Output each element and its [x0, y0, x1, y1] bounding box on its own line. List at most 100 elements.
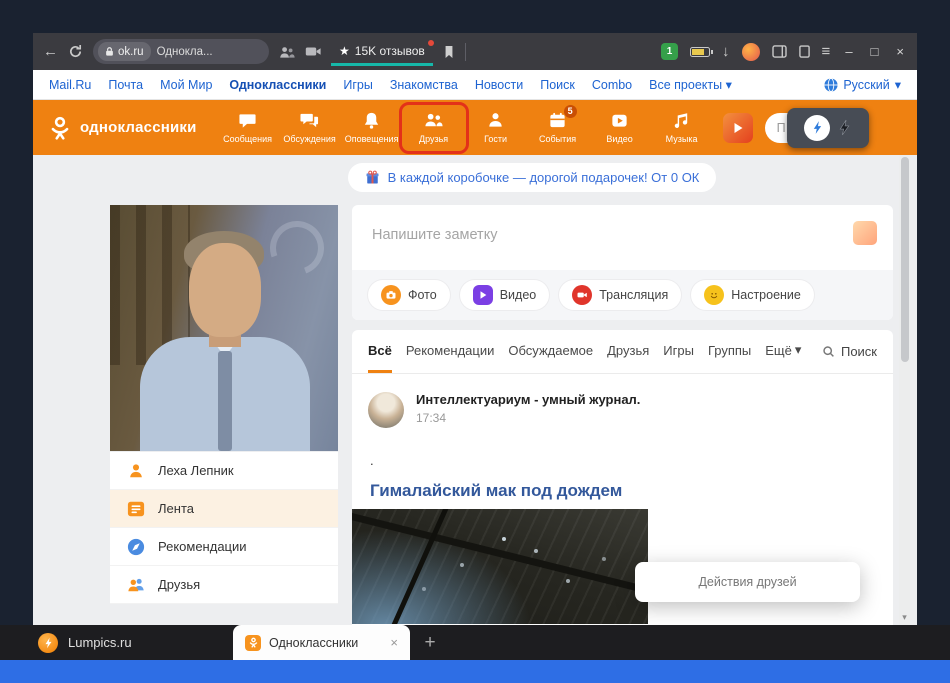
sidebar-item-feed[interactable]: Лента — [110, 490, 338, 528]
composer-action-video[interactable]: Видео — [460, 280, 550, 310]
compass-icon — [126, 538, 146, 556]
header-search-input[interactable]: П — [765, 113, 861, 143]
okmenu-item-discussions[interactable]: Обсуждения — [279, 104, 341, 152]
topnav-link-pochta[interactable]: Почта — [108, 78, 143, 92]
close-button[interactable]: × — [893, 44, 907, 59]
music-note-icon — [672, 111, 691, 130]
feed-tab-games[interactable]: Игры — [663, 330, 694, 373]
topnav-link-igry[interactable]: Игры — [343, 78, 372, 92]
sidebar-item-friends[interactable]: Друзья — [110, 566, 338, 604]
rating-badge[interactable]: ★ 15K отзывов — [331, 37, 433, 66]
browser-toolbar: ← ok.ru Однокла... ★ 15K отзывов — [33, 33, 917, 70]
sidebar-panel-icon[interactable] — [772, 45, 787, 58]
ok-logo-text: одноклассники — [80, 119, 197, 136]
toolbar-divider — [465, 43, 466, 61]
sidebar-item-recommendations[interactable]: Рекомендации — [110, 528, 338, 566]
extension-camera-icon[interactable] — [305, 45, 321, 58]
composer-action-mood[interactable]: Настроение — [691, 280, 814, 310]
ok-favicon — [245, 635, 261, 651]
tab-close-icon[interactable]: × — [390, 635, 398, 650]
feed-tab-discussed[interactable]: Обсуждаемое — [508, 330, 593, 373]
new-tab-button[interactable]: + — [410, 625, 450, 660]
note-style-icon[interactable] — [853, 221, 877, 245]
topnav-link-novosti[interactable]: Новости — [475, 78, 523, 92]
star-icon: ★ — [339, 44, 350, 58]
feed-tab-more[interactable]: Ещё ▾ — [765, 330, 801, 373]
ok-logo[interactable]: одноклассники — [47, 115, 197, 141]
minimize-button[interactable]: – — [842, 44, 855, 59]
profile-photo[interactable] — [110, 205, 338, 451]
post-title-link[interactable]: Гималайский мак под дождем — [370, 481, 875, 501]
portal-topnav: Mail.Ru Почта Мой Мир Одноклассники Игры… — [33, 70, 917, 100]
battery-icon[interactable] — [690, 47, 710, 57]
bell-icon — [362, 111, 381, 130]
extension-people-icon[interactable] — [279, 45, 295, 59]
page-content: В каждой коробочке — дорогой подарочек! … — [33, 155, 917, 625]
events-count-badge: 5 — [564, 105, 577, 118]
post-author-name[interactable]: Интеллектуариум - умный журнал. — [416, 392, 640, 407]
feed-tab-groups[interactable]: Группы — [708, 330, 751, 373]
gift-icon — [365, 170, 380, 185]
download-icon[interactable]: ↓ — [722, 44, 730, 59]
okmenu-item-video[interactable]: Видео — [589, 104, 651, 152]
language-selector[interactable]: Русский ▾ — [824, 77, 901, 92]
feed-tab-all[interactable]: Всё — [368, 330, 392, 373]
tab-lumpics[interactable]: Lumpics.ru — [0, 625, 233, 660]
video-play-tile[interactable] — [723, 113, 753, 143]
composer-action-photo[interactable]: Фото — [368, 280, 450, 310]
feed-tab-recommendations[interactable]: Рекомендации — [406, 330, 495, 373]
photo-person-face — [189, 243, 261, 337]
sidebar-menu: Леха Лепник Лента Рекомендации Друзья — [110, 452, 338, 604]
composer-actions: Фото Видео Трансляция Настроение — [352, 270, 893, 320]
maximize-button[interactable]: □ — [868, 44, 882, 59]
topnav-link-mailru[interactable]: Mail.Ru — [49, 78, 91, 92]
guest-icon — [486, 111, 505, 130]
okmenu-item-music[interactable]: Музыка — [651, 104, 713, 152]
okmenu-item-friends[interactable]: Друзья — [403, 104, 465, 152]
lightning-badge-icon — [804, 115, 830, 141]
post-video-thumbnail[interactable] — [352, 509, 648, 624]
scrollbar-down-button[interactable]: ▾ — [899, 609, 910, 625]
collections-icon[interactable] — [799, 45, 810, 58]
videocam-icon — [572, 285, 592, 305]
back-icon[interactable]: ← — [43, 44, 58, 59]
menu-icon[interactable]: ≡ — [822, 44, 831, 59]
refresh-icon[interactable] — [68, 44, 83, 59]
bookmark-icon[interactable] — [443, 45, 455, 59]
video-icon — [610, 111, 629, 130]
tab-odnoklassniki-label: Одноклассники — [269, 636, 358, 650]
topnav-link-poisk[interactable]: Поиск — [540, 78, 575, 92]
post-meta: Интеллектуариум - умный журнал. 17:34 — [416, 392, 640, 428]
promo-banner[interactable]: В каждой коробочке — дорогой подарочек! … — [348, 163, 716, 192]
feed-tab-friends[interactable]: Друзья — [607, 330, 649, 373]
scrollbar-thumb[interactable] — [901, 157, 909, 362]
lumpics-favicon — [38, 633, 58, 653]
chevron-down-icon: ▾ — [895, 77, 901, 92]
topnav-link-moy-mir[interactable]: Мой Мир — [160, 78, 212, 92]
page-title: Однокла... — [157, 46, 213, 58]
topnav-link-znakomstva[interactable]: Знакомства — [390, 78, 458, 92]
url-host: ok.ru — [118, 46, 144, 58]
search-icon — [822, 345, 835, 358]
topnav-link-all-projects[interactable]: Все проекты ▾ — [649, 77, 732, 92]
post-author-avatar[interactable] — [368, 392, 404, 428]
okmenu-item-notifications[interactable]: Оповещения — [341, 104, 403, 152]
topnav-link-odnoklassniki[interactable]: Одноклассники — [229, 78, 326, 92]
profile-avatar-icon[interactable] — [742, 43, 760, 61]
okmenu-item-messages[interactable]: Сообщения — [217, 104, 279, 152]
lightning-icon — [838, 119, 851, 136]
tab-odnoklassniki[interactable]: Одноклассники × — [233, 625, 410, 660]
feed-search[interactable]: Поиск — [822, 330, 877, 373]
address-bar[interactable]: ok.ru Однокла... — [93, 39, 269, 64]
sidebar-item-profile[interactable]: Леха Лепник — [110, 452, 338, 490]
chevron-down-icon: ▾ — [795, 342, 802, 358]
okmenu-item-guests[interactable]: Гости — [465, 104, 527, 152]
composer-input[interactable]: Напишите заметку — [372, 227, 497, 243]
photo-person-tie — [218, 351, 232, 451]
topnav-link-combo[interactable]: Combo — [592, 78, 632, 92]
okmenu-item-events[interactable]: 5 События — [527, 104, 589, 152]
language-label: Русский — [843, 78, 889, 92]
composer-action-stream[interactable]: Трансляция — [559, 280, 681, 310]
adblock-shield-icon[interactable]: 1 — [661, 43, 678, 60]
feed-tabs: Всё Рекомендации Обсуждаемое Друзья Игры… — [352, 330, 893, 374]
